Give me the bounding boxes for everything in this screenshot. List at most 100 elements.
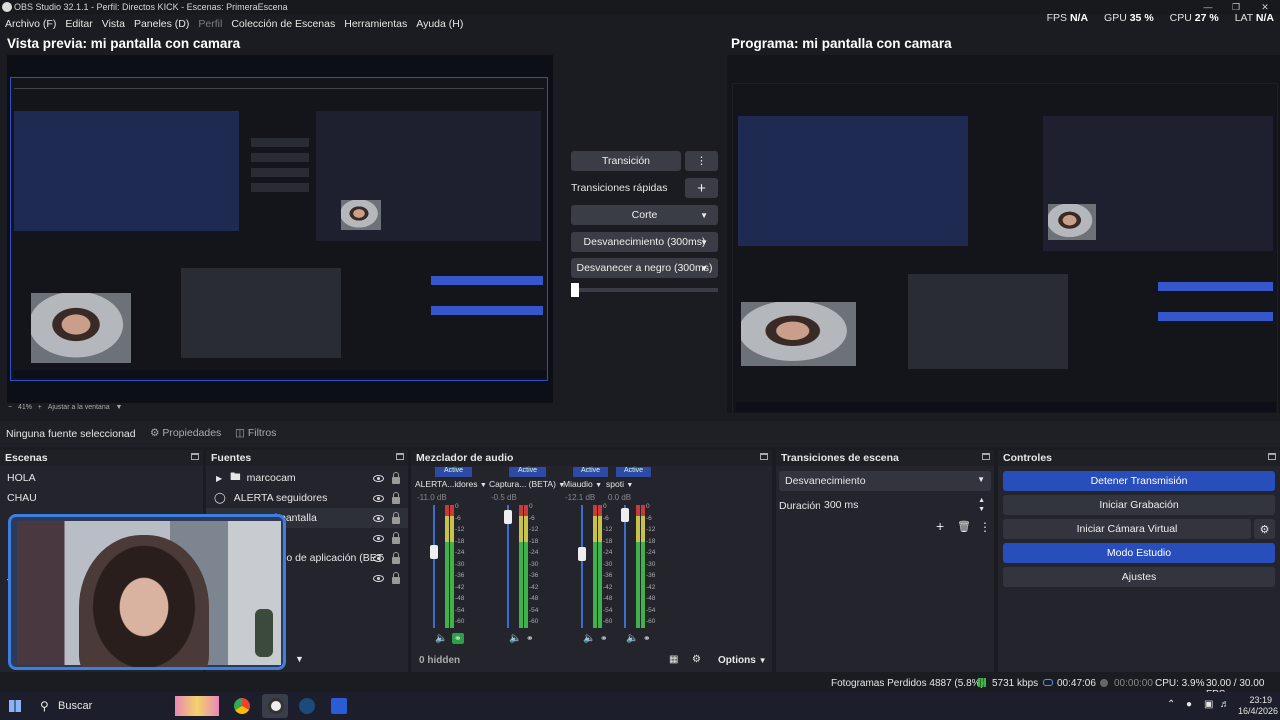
- volume-fader-handle[interactable]: [578, 547, 586, 561]
- chevron-down-icon[interactable]: ▼: [115, 404, 122, 411]
- menu-ayuda[interactable]: Ayuda (H): [416, 18, 463, 30]
- tulips-widget-icon[interactable]: [175, 696, 219, 716]
- lock-icon[interactable]: [392, 552, 400, 564]
- headphones-icon[interactable]: ⚭: [526, 633, 534, 644]
- properties-button[interactable]: ⚙ Propiedades: [150, 427, 221, 439]
- menu-archivo[interactable]: Archivo (F): [5, 18, 56, 30]
- add-quick-transition-icon[interactable]: +: [685, 178, 718, 198]
- spin-arrows-icon[interactable]: ▲ ▼: [978, 496, 985, 514]
- volume-fader-handle[interactable]: [430, 545, 438, 559]
- volume-fader[interactable]: [624, 505, 626, 628]
- taskbar-search[interactable]: Buscar: [58, 700, 92, 712]
- settings-button[interactable]: Ajustes: [1003, 567, 1275, 587]
- lock-icon[interactable]: [392, 532, 400, 544]
- speaker-icon[interactable]: 🔈: [509, 633, 521, 644]
- dock-float-icon[interactable]: [396, 453, 404, 460]
- quick-transition-fade[interactable]: Desvanecimiento (300ms) ▼: [571, 232, 718, 252]
- transition-menu-icon[interactable]: ⋮: [685, 151, 718, 171]
- t-bar-slider[interactable]: [575, 288, 718, 292]
- dock-float-icon[interactable]: [1268, 453, 1276, 460]
- chrome-icon[interactable]: [234, 698, 250, 714]
- menu-herramientas[interactable]: Herramientas: [344, 18, 407, 30]
- channel-name[interactable]: Captura... (BETA) ▼: [489, 479, 565, 489]
- visibility-eye-icon[interactable]: [373, 475, 384, 482]
- lock-icon[interactable]: [392, 572, 400, 584]
- scene-item[interactable]: CHAU: [0, 488, 37, 508]
- duration-label: Duración: [779, 500, 822, 512]
- menu-vista[interactable]: Vista: [102, 18, 125, 30]
- channel-name[interactable]: ALERTA...idores ▼: [415, 479, 487, 489]
- preview-zoom-bar: − 41% + Ajustar a la ventana ▼: [8, 404, 122, 411]
- volume-fader[interactable]: [581, 505, 583, 628]
- meter-tick-label: -24: [603, 549, 613, 556]
- filters-button[interactable]: ◫ Filtros: [235, 427, 276, 439]
- tray-chevron-icon[interactable]: ⌃: [1167, 699, 1175, 710]
- transition-menu-icon[interactable]: ⋮: [979, 520, 991, 534]
- search-icon[interactable]: ⚲: [40, 699, 49, 713]
- scene-item[interactable]: HOLA: [0, 468, 36, 488]
- add-transition-icon[interactable]: +: [936, 518, 944, 534]
- microphone-icon[interactable]: ●: [1186, 699, 1192, 710]
- zoom-fit[interactable]: Ajustar a la ventana: [48, 404, 110, 411]
- channel-name[interactable]: Miaudio ▼: [563, 479, 603, 489]
- speaker-icon[interactable]: 🔈: [583, 633, 595, 644]
- obs-icon[interactable]: [268, 698, 284, 714]
- lock-icon[interactable]: [392, 492, 400, 504]
- menu-perfil[interactable]: Perfil: [198, 18, 222, 30]
- chevron-down-icon[interactable]: ▼: [295, 654, 304, 664]
- duration-input[interactable]: 300 ms ▲ ▼: [820, 496, 991, 516]
- zoom-out-button[interactable]: −: [8, 404, 12, 411]
- volume-fader-handle[interactable]: [621, 508, 629, 522]
- t-bar-handle[interactable]: [571, 283, 579, 297]
- visibility-eye-icon[interactable]: [373, 515, 384, 522]
- dock-float-icon[interactable]: [760, 453, 768, 460]
- source-item[interactable]: ◯ ALERTA seguidores: [206, 488, 408, 508]
- mixer-options-button[interactable]: Options ▼: [718, 655, 766, 666]
- channel-name[interactable]: spoti ▼: [606, 479, 646, 489]
- source-item[interactable]: ▶ 🖿 marcocam: [206, 468, 408, 488]
- zoom-in-button[interactable]: +: [38, 404, 42, 411]
- headphones-icon[interactable]: ⚭: [600, 633, 608, 644]
- quick-transition-fade-black[interactable]: Desvanecer a negro (300ms) ▼: [571, 258, 718, 278]
- visibility-eye-icon[interactable]: [373, 555, 384, 562]
- dock-float-icon[interactable]: [191, 453, 199, 460]
- meter-tick-label: -12: [529, 526, 539, 533]
- steam-icon[interactable]: [299, 698, 315, 714]
- transition-select[interactable]: Desvanecimiento ▼: [779, 471, 991, 491]
- transition-button[interactable]: Transición: [571, 151, 681, 171]
- trash-icon[interactable]: 🗑: [957, 520, 971, 533]
- visibility-eye-icon[interactable]: [373, 575, 384, 582]
- lock-icon[interactable]: [392, 512, 400, 524]
- headphones-icon[interactable]: ⚭: [452, 633, 464, 644]
- taskbar-clock[interactable]: 23:19 16/4/2026: [1238, 695, 1278, 717]
- mixer-settings-icon[interactable]: ⚙: [692, 654, 701, 665]
- quick-transition-corte[interactable]: Corte ▼: [571, 205, 718, 225]
- visibility-eye-icon[interactable]: [373, 495, 384, 502]
- channel-status: Active: [435, 467, 472, 477]
- chevron-down-icon: ▼: [700, 263, 708, 273]
- volume-fader[interactable]: [433, 505, 435, 628]
- word-icon[interactable]: [331, 698, 347, 714]
- studio-mode-button[interactable]: Modo Estudio: [1003, 543, 1275, 563]
- menu-coleccion[interactable]: Colección de Escenas: [231, 18, 335, 30]
- preview-canvas[interactable]: [7, 55, 553, 403]
- virtual-camera-settings-icon[interactable]: ⚙: [1254, 519, 1275, 539]
- mixer-layout-icon[interactable]: ▦: [669, 654, 678, 665]
- visibility-eye-icon[interactable]: [373, 535, 384, 542]
- dock-float-icon[interactable]: [982, 453, 990, 460]
- expand-chevron-icon[interactable]: ▶: [216, 474, 222, 483]
- menu-editar[interactable]: Editar: [65, 18, 92, 30]
- volume-icon[interactable]: ♬: [1220, 699, 1230, 710]
- windows-start-icon[interactable]: [9, 700, 21, 712]
- lock-icon[interactable]: [392, 472, 400, 484]
- start-recording-button[interactable]: Iniciar Grabación: [1003, 495, 1275, 515]
- volume-fader-handle[interactable]: [504, 510, 512, 524]
- stop-stream-button[interactable]: Detener Transmisión: [1003, 471, 1275, 491]
- headphones-icon[interactable]: ⚭: [643, 633, 651, 644]
- chevron-down-icon: ▼: [758, 656, 767, 665]
- speaker-icon[interactable]: 🔈: [435, 633, 447, 644]
- start-virtual-camera-button[interactable]: Iniciar Cámara Virtual: [1003, 519, 1251, 539]
- speaker-icon[interactable]: 🔈: [626, 633, 638, 644]
- menu-paneles[interactable]: Paneles (D): [134, 18, 189, 30]
- network-icon[interactable]: ▣: [1204, 699, 1213, 710]
